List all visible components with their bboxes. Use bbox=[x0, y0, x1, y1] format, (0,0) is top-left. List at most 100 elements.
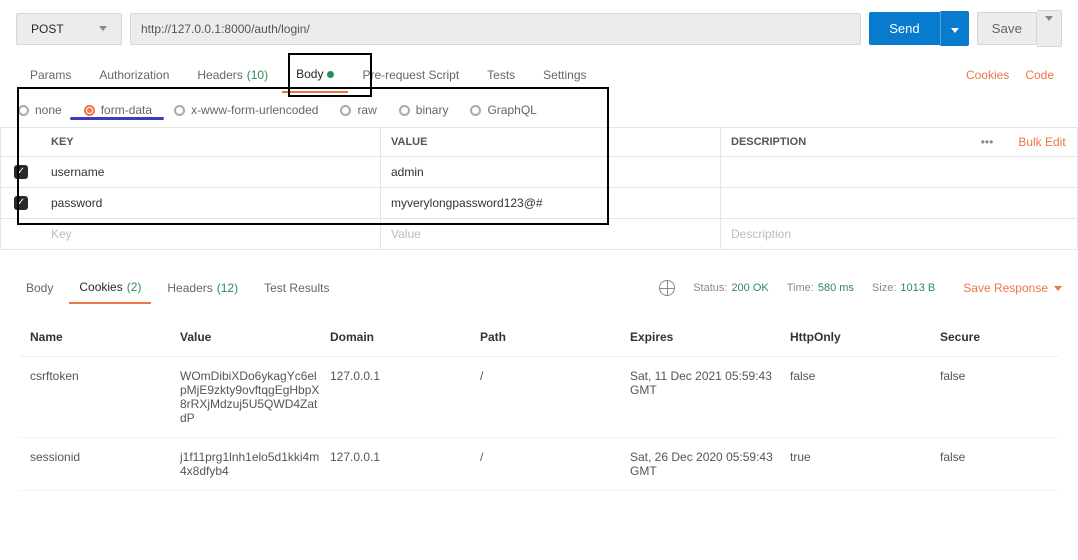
link-code[interactable]: Code bbox=[1017, 58, 1062, 92]
kv-header-description: DESCRIPTION bbox=[721, 128, 967, 156]
chevron-down-icon bbox=[951, 28, 959, 33]
link-cookies[interactable]: Cookies bbox=[958, 58, 1017, 92]
tab-headers[interactable]: Headers (10) bbox=[183, 58, 282, 92]
res-tab-cookies-label: Cookies bbox=[79, 280, 122, 294]
size-label: Size: bbox=[872, 282, 896, 294]
radio-urlencoded[interactable]: x-www-form-urlencoded bbox=[174, 103, 318, 117]
radio-graphql[interactable]: GraphQL bbox=[470, 103, 536, 117]
radio-icon bbox=[18, 105, 29, 116]
save-button[interactable]: Save bbox=[977, 12, 1037, 45]
tab-body[interactable]: Body bbox=[282, 57, 348, 93]
globe-icon[interactable] bbox=[659, 280, 675, 296]
cookie-httponly: false bbox=[790, 369, 940, 383]
tab-authorization[interactable]: Authorization bbox=[85, 58, 183, 92]
kv-key-input[interactable]: password bbox=[41, 188, 381, 218]
status-value: 200 OK bbox=[731, 282, 768, 294]
kv-key-input[interactable]: username bbox=[41, 157, 381, 187]
check-icon: ✓ bbox=[17, 167, 25, 177]
size-block: Size: 1013 B bbox=[872, 282, 935, 294]
tab-body-label: Body bbox=[296, 67, 323, 81]
status-label: Status: bbox=[693, 282, 727, 294]
cookie-expires: Sat, 26 Dec 2020 05:59:43 GMT bbox=[630, 450, 790, 478]
body-indicator-icon bbox=[327, 71, 334, 78]
radio-icon bbox=[399, 105, 410, 116]
save-response-label: Save Response bbox=[963, 281, 1048, 295]
kv-desc-input[interactable] bbox=[721, 157, 1077, 187]
cookie-col-path: Path bbox=[480, 330, 630, 344]
kv-desc-placeholder[interactable]: Description bbox=[721, 219, 1077, 249]
radio-icon bbox=[340, 105, 351, 116]
radio-icon bbox=[470, 105, 481, 116]
url-input[interactable]: http://127.0.0.1:8000/auth/login/ bbox=[130, 13, 861, 45]
cookie-name: csrftoken bbox=[30, 369, 180, 383]
radio-form-data[interactable]: form-data bbox=[84, 103, 152, 117]
tab-headers-label: Headers bbox=[197, 68, 242, 82]
cookie-col-name: Name bbox=[30, 330, 180, 344]
kv-desc-input[interactable] bbox=[721, 188, 1077, 218]
kv-value-placeholder[interactable]: Value bbox=[381, 219, 721, 249]
annotation-underline bbox=[70, 117, 164, 120]
bulk-edit-link[interactable]: Bulk Edit bbox=[1007, 128, 1077, 156]
tab-prerequest[interactable]: Pre-request Script bbox=[348, 58, 473, 92]
res-tab-cookies[interactable]: Cookies (2) bbox=[69, 272, 151, 304]
kv-more-button[interactable]: ••• bbox=[967, 128, 1007, 156]
chevron-down-icon bbox=[99, 26, 107, 31]
cookie-path: / bbox=[480, 450, 630, 464]
time-block: Time: 580 ms bbox=[787, 282, 854, 294]
res-tab-headers-count: (12) bbox=[217, 281, 238, 295]
tab-settings[interactable]: Settings bbox=[529, 58, 600, 92]
kv-value-input[interactable]: myverylongpassword123@# bbox=[381, 188, 721, 218]
cookie-name: sessionid bbox=[30, 450, 180, 464]
save-response-button[interactable]: Save Response bbox=[953, 281, 1062, 295]
tab-params[interactable]: Params bbox=[16, 58, 85, 92]
cookie-value: WOmDibiXDo6ykagYc6elpMjE9zkty9ovftqgEgHb… bbox=[180, 369, 330, 425]
time-value: 580 ms bbox=[818, 282, 854, 294]
kv-key-placeholder[interactable]: Key bbox=[41, 219, 381, 249]
status-block: Status: 200 OK bbox=[693, 282, 769, 294]
res-tab-body[interactable]: Body bbox=[16, 273, 63, 303]
radio-binary[interactable]: binary bbox=[399, 103, 449, 117]
check-icon: ✓ bbox=[17, 198, 25, 208]
radio-graphql-label: GraphQL bbox=[487, 103, 536, 117]
cookie-secure: false bbox=[940, 369, 1040, 383]
res-tab-cookies-count: (2) bbox=[127, 280, 142, 294]
cookie-expires: Sat, 11 Dec 2021 05:59:43 GMT bbox=[630, 369, 790, 397]
res-tab-headers-label: Headers bbox=[167, 281, 212, 295]
tab-tests[interactable]: Tests bbox=[473, 58, 529, 92]
radio-icon bbox=[174, 105, 185, 116]
cookie-httponly: true bbox=[790, 450, 940, 464]
cookie-col-httponly: HttpOnly bbox=[790, 330, 940, 344]
cookie-path: / bbox=[480, 369, 630, 383]
cookie-col-domain: Domain bbox=[330, 330, 480, 344]
size-value: 1013 B bbox=[900, 282, 935, 294]
tab-headers-count: (10) bbox=[247, 68, 268, 82]
send-dropdown[interactable] bbox=[940, 11, 969, 46]
chevron-down-icon bbox=[1045, 16, 1053, 36]
radio-raw-label: raw bbox=[357, 103, 376, 117]
res-tab-headers[interactable]: Headers (12) bbox=[157, 273, 248, 303]
kv-value-input[interactable]: admin bbox=[381, 157, 721, 187]
cookie-col-value: Value bbox=[180, 330, 330, 344]
cookie-col-secure: Secure bbox=[940, 330, 1040, 344]
res-tab-tests[interactable]: Test Results bbox=[254, 273, 339, 303]
radio-none[interactable]: none bbox=[18, 103, 62, 117]
kv-row: ✓ password myverylongpassword123@# bbox=[0, 188, 1078, 219]
time-label: Time: bbox=[787, 282, 814, 294]
kv-header-value: VALUE bbox=[381, 128, 721, 156]
chevron-down-icon bbox=[1054, 286, 1062, 291]
cookie-row: csrftoken WOmDibiXDo6ykagYc6elpMjE9zkty9… bbox=[20, 357, 1058, 438]
cookie-domain: 127.0.0.1 bbox=[330, 450, 480, 464]
row-checkbox[interactable]: ✓ bbox=[14, 196, 28, 210]
send-button[interactable]: Send bbox=[869, 12, 939, 45]
save-dropdown[interactable] bbox=[1037, 10, 1062, 47]
radio-none-label: none bbox=[35, 103, 62, 117]
cookie-domain: 127.0.0.1 bbox=[330, 369, 480, 383]
kv-row-placeholder: Key Value Description bbox=[0, 219, 1078, 250]
kv-row: ✓ username admin bbox=[0, 157, 1078, 188]
radio-form-data-label: form-data bbox=[101, 103, 152, 117]
row-checkbox[interactable]: ✓ bbox=[14, 165, 28, 179]
radio-raw[interactable]: raw bbox=[340, 103, 376, 117]
method-select[interactable]: POST bbox=[16, 13, 122, 45]
radio-urlencoded-label: x-www-form-urlencoded bbox=[191, 103, 318, 117]
cookie-secure: false bbox=[940, 450, 1040, 464]
